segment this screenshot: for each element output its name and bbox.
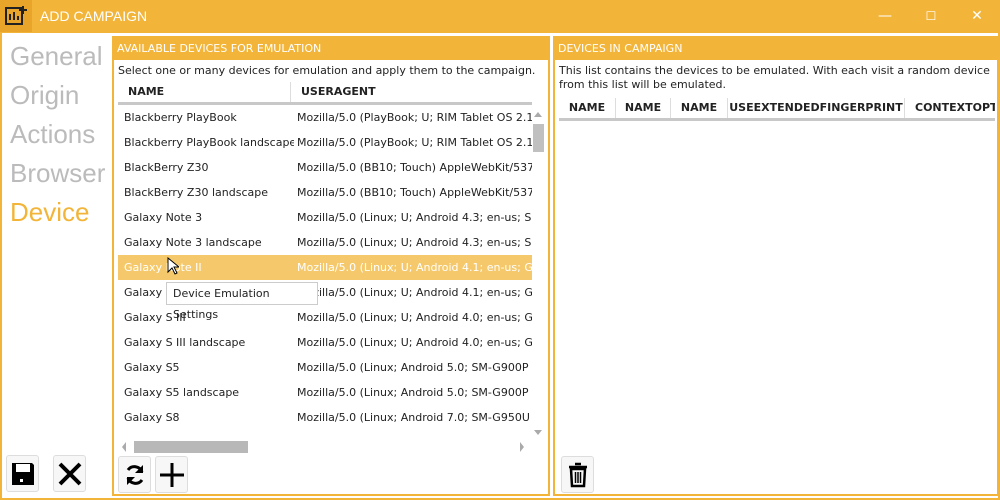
column-header-useextendedfingerprint[interactable]: USEEXTENDEDFINGERPRINT — [728, 98, 905, 118]
add-device-button[interactable] — [155, 456, 188, 493]
device-useragent: Mozilla/5.0 (Linux; U; Android 4.0; en-u… — [297, 336, 532, 349]
scroll-right-arrow[interactable] — [520, 442, 524, 452]
device-useragent: Mozilla/5.0 (Linux; Android 5.0; SM-G900… — [297, 386, 532, 399]
horizontal-scroll-thumb[interactable] — [134, 441, 248, 453]
nav-origin[interactable]: Origin — [10, 77, 105, 116]
table-row[interactable]: Blackberry PlayBook landscape Mozilla/5.0… — [118, 130, 532, 155]
table-row[interactable]: Galaxy Note 3 landscape Mozilla/5.0 (Linu… — [118, 230, 532, 255]
device-useragent: Mozilla/5.0 (BB10; Touch) AppleWebKit/53… — [297, 186, 532, 199]
side-nav: General Origin Actions Browser Device — [10, 38, 105, 233]
table-row[interactable]: Galaxy S8 Mozilla/5.0 (Linux; Android 7.0… — [118, 405, 532, 430]
device-name: BlackBerry Z30 — [124, 161, 209, 174]
refresh-icon — [126, 464, 143, 485]
column-header-name-3[interactable]: NAME — [671, 98, 728, 118]
device-name: Blackberry PlayBook landscape — [124, 136, 294, 149]
device-name: Galaxy Note 3 landscape — [124, 236, 262, 249]
device-name: Galaxy Note 3 — [124, 211, 203, 224]
save-icon — [11, 462, 34, 485]
table-row[interactable]: Galaxy Note 3 Mozilla/5.0 (Linux; U; Andr… — [118, 205, 532, 230]
device-useragent: Mozilla/5.0 (Linux; Android 5.0; SM-G900… — [297, 361, 532, 374]
nav-general[interactable]: General — [10, 38, 105, 77]
delete-button[interactable] — [561, 456, 594, 493]
horizontal-scrollbar[interactable] — [118, 440, 532, 454]
window-title: ADD CAMPAIGN — [40, 8, 148, 24]
close-button[interactable]: ✕ — [954, 0, 1000, 32]
device-useragent: Mozilla/5.0 (Linux; U; Android 4.3; en-u… — [297, 236, 532, 249]
device-useragent: Mozilla/5.0 (PlayBook; U; RIM Tablet OS … — [297, 136, 532, 149]
device-useragent: Mozilla/5.0 (Linux; Android 7.0; SM-G950… — [297, 411, 532, 424]
device-name: BlackBerry Z30 landscape — [124, 186, 268, 199]
column-header-contextopt[interactable]: CONTEXTOPT — [905, 98, 995, 118]
device-name: Galaxy S5 — [124, 361, 180, 374]
column-header-name-2[interactable]: NAME — [616, 98, 671, 118]
scroll-left-arrow[interactable] — [122, 442, 126, 452]
minimize-button[interactable]: — — [862, 0, 908, 32]
scroll-down-arrow[interactable] — [534, 430, 542, 435]
device-name: Galaxy S5 landscape — [124, 386, 240, 399]
table-row[interactable]: BlackBerry Z30 landscape Mozilla/5.0 (BB1… — [118, 180, 532, 205]
table-row[interactable]: Galaxy S III landscape Mozilla/5.0 (Linux… — [118, 330, 532, 355]
panel-description: Select one or many devices for emulation… — [118, 64, 536, 77]
device-name: Galaxy S III landscape — [124, 336, 246, 349]
panel-description: This list contains the devices to be emu… — [559, 64, 990, 91]
plus-icon — [159, 462, 184, 487]
trash-icon — [568, 462, 587, 487]
vertical-scrollbar[interactable] — [532, 110, 544, 440]
device-name: Blackberry PlayBook — [124, 111, 237, 124]
device-name: Galaxy Note II — [124, 261, 202, 274]
table-row[interactable]: Galaxy Note II Mozilla/5.0 (Linux; U; And… — [118, 255, 532, 280]
vertical-scroll-thumb[interactable] — [533, 124, 544, 152]
device-useragent: Mozilla/5.0 (BB10; Touch) AppleWebKit/53… — [297, 161, 532, 174]
device-useragent: Mozilla/5.0 (Linux; U; Android 4.1; en-u… — [297, 261, 532, 274]
close-icon — [58, 462, 81, 485]
save-button[interactable] — [6, 455, 39, 492]
campaign-devices-panel: DEVICES IN CAMPAIGN This list contains t… — [553, 36, 999, 496]
device-useragent: Mozilla/5.0 (Linux; U; Android 4.3; en-u… — [297, 211, 532, 224]
scroll-up-arrow[interactable] — [534, 112, 542, 117]
table-row[interactable]: Galaxy S5 landscape Mozilla/5.0 (Linux; A… — [118, 380, 532, 405]
column-header-name[interactable]: NAME — [118, 82, 291, 102]
tooltip: Device Emulation Settings — [166, 282, 318, 321]
title-bar: ADD CAMPAIGN — ☐ ✕ — [0, 0, 1000, 33]
column-header-useragent[interactable]: USERAGENT — [291, 82, 531, 102]
header-divider — [559, 118, 995, 121]
panel-header: AVAILABLE DEVICES FOR EMULATION — [114, 38, 548, 60]
maximize-button[interactable]: ☐ — [908, 0, 954, 32]
device-useragent: Mozilla/5.0 (PlayBook; U; RIM Tablet OS … — [297, 111, 532, 124]
panel-header: DEVICES IN CAMPAIGN — [555, 38, 997, 60]
app-icon — [0, 0, 32, 32]
column-header-name[interactable]: NAME — [559, 98, 616, 118]
table-row[interactable]: Blackberry PlayBook Mozilla/5.0 (PlayBook… — [118, 105, 532, 130]
table-row[interactable]: BlackBerry Z30 Mozilla/5.0 (BB10; Touch) … — [118, 155, 532, 180]
cancel-button[interactable] — [53, 455, 86, 492]
device-useragent: Mozilla/5.0 (Linux; U; Android 4.1; en-u… — [297, 286, 532, 299]
nav-browser[interactable]: Browser — [10, 155, 105, 194]
nav-device[interactable]: Device — [10, 194, 105, 233]
table-row[interactable]: Galaxy S5 Mozilla/5.0 (Linux; Android 5.0… — [118, 355, 532, 380]
device-useragent: Mozilla/5.0 (Linux; U; Android 4.0; en-u… — [297, 311, 532, 324]
refresh-button[interactable] — [118, 456, 151, 493]
mouse-cursor-icon — [167, 257, 179, 275]
nav-actions[interactable]: Actions — [10, 116, 105, 155]
device-name: Galaxy S8 — [124, 411, 180, 424]
